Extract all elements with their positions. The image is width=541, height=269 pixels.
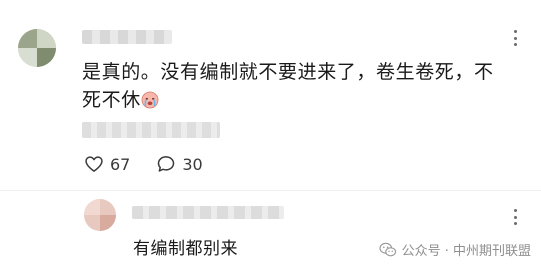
reply-avatar[interactable] [84,199,116,231]
like-button[interactable]: 67 [84,154,130,174]
comment-line-2: 死不休 [82,86,522,114]
watermark: 公众号 · 中州期刊联盟 [379,240,531,259]
crying-face-emoji-icon [141,89,159,109]
wechat-icon [379,242,396,256]
watermark-text: 公众号 · 中州期刊联盟 [401,244,531,259]
comment-line-2-text: 死不休 [82,89,141,111]
more-options-icon[interactable] [508,30,522,46]
reply-username-redacted[interactable] [132,206,284,219]
divider [0,190,541,191]
like-count: 67 [110,154,131,174]
comment-actions: 67 30 [84,154,229,174]
username-redacted[interactable] [82,30,172,44]
comment-bubble-icon [158,156,175,172]
avatar[interactable] [18,29,56,67]
reply-text: 有编制都别来 [133,239,238,259]
comment-line-1: 是真的。没有编制就不要进来了，卷生卷死，不 [82,61,494,83]
reply-count: 30 [182,154,203,174]
reply-button[interactable]: 30 [156,154,203,174]
comment-text: 是真的。没有编制就不要进来了，卷生卷死，不 死不休 [82,58,522,114]
heart-icon [85,156,103,172]
comment-meta-redacted [82,122,220,138]
reply-more-options-icon[interactable] [508,209,522,225]
